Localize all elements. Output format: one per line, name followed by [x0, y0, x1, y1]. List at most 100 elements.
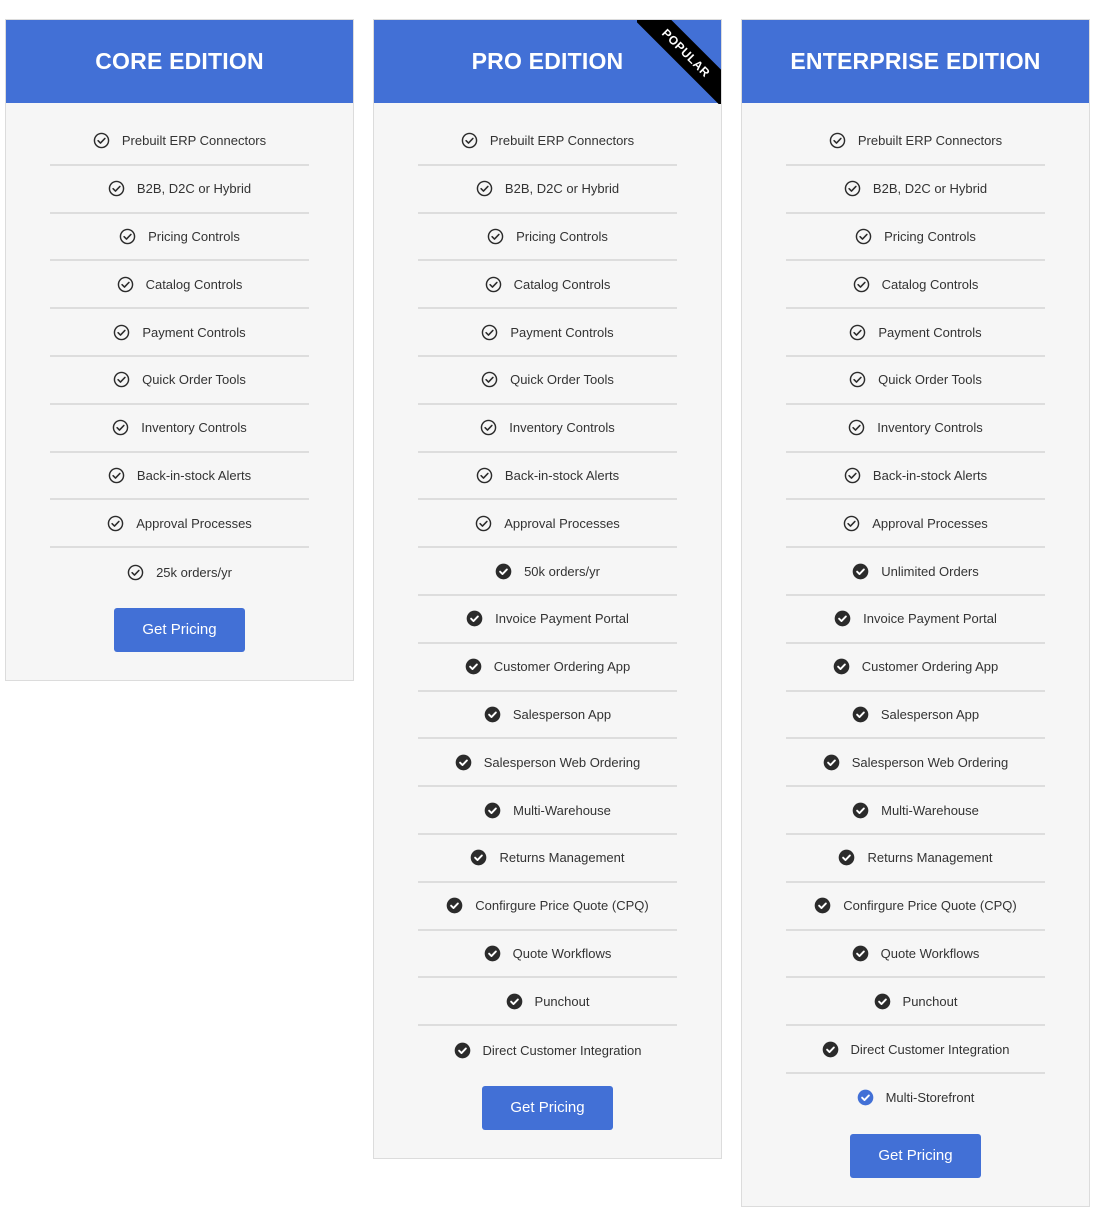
feature-label: Catalog Controls [513, 276, 611, 292]
feature-item: Approval Processes [786, 500, 1045, 549]
feature-item: Punchout [786, 978, 1045, 1027]
feature-label: Direct Customer Integration [850, 1041, 1010, 1057]
check-circle-filled-icon [838, 849, 855, 866]
feature-item: Catalog Controls [50, 261, 309, 310]
feature-label: Multi-Warehouse [881, 802, 979, 818]
feature-item: Multi-Storefront [786, 1074, 1045, 1122]
feature-label: Catalog Controls [881, 276, 979, 292]
feature-item: Customer Ordering App [786, 644, 1045, 692]
plan-card-pro: PRO EDITION POPULAR Prebuilt ERP Connect… [373, 19, 722, 1159]
feature-item: Back-in-stock Alerts [418, 453, 677, 501]
check-circle-outline-icon [119, 228, 136, 245]
feature-item: 50k orders/yr [418, 548, 677, 596]
feature-label: Invoice Payment Portal [495, 611, 629, 627]
feature-item: Direct Customer Integration [418, 1026, 677, 1074]
check-circle-outline-icon [485, 276, 502, 293]
feature-label: Approval Processes [504, 515, 620, 531]
feature-item: Inventory Controls [50, 405, 309, 453]
feature-label: Quote Workflows [512, 945, 612, 961]
check-circle-outline-icon [849, 371, 866, 388]
feature-label: Salesperson App [880, 706, 980, 722]
feature-label: B2B, D2C or Hybrid [504, 181, 620, 197]
popular-badge: POPULAR [637, 20, 721, 104]
feature-item: Confirgure Price Quote (CPQ) [786, 883, 1045, 931]
check-circle-outline-icon [849, 324, 866, 341]
feature-item: Salesperson App [786, 692, 1045, 740]
feature-label: Customer Ordering App [861, 659, 999, 675]
feature-item: Invoice Payment Portal [786, 596, 1045, 644]
check-circle-filled-icon [484, 802, 501, 819]
check-circle-filled-icon [466, 610, 483, 627]
check-circle-outline-icon [475, 515, 492, 532]
check-circle-filled-icon [814, 897, 831, 914]
feature-label: Quick Order Tools [878, 372, 982, 388]
check-circle-outline-icon [107, 515, 124, 532]
feature-item: Quick Order Tools [418, 357, 677, 405]
check-circle-outline-icon [93, 132, 110, 149]
feature-item: Prebuilt ERP Connectors [50, 118, 309, 166]
check-circle-outline-icon [481, 371, 498, 388]
check-circle-outline-icon [113, 324, 130, 341]
feature-label: Invoice Payment Portal [863, 611, 997, 627]
popular-ribbon: POPULAR [637, 20, 721, 104]
get-pricing-button-enterprise[interactable]: Get Pricing [850, 1133, 981, 1178]
check-circle-outline-icon [487, 228, 504, 245]
feature-label: Quote Workflows [880, 945, 980, 961]
feature-list: Prebuilt ERP Connectors B2B, D2C or Hybri… [374, 103, 721, 1074]
feature-label: Inventory Controls [877, 420, 983, 436]
feature-label: 25k orders/yr [156, 564, 232, 580]
get-pricing-button-core[interactable]: Get Pricing [114, 607, 245, 652]
check-circle-outline-icon [108, 180, 125, 197]
check-circle-filled-icon [852, 802, 869, 819]
check-circle-blue-icon [857, 1089, 874, 1106]
plan-title: PRO EDITION [471, 48, 624, 74]
check-circle-outline-icon [117, 276, 134, 293]
feature-item: Returns Management [786, 835, 1045, 883]
plan-title: CORE EDITION [95, 48, 264, 74]
check-circle-filled-icon [852, 706, 869, 723]
feature-item: Quote Workflows [786, 931, 1045, 979]
check-circle-filled-icon [446, 897, 463, 914]
feature-item: Salesperson Web Ordering [418, 739, 677, 788]
feature-label: Pricing Controls [148, 228, 240, 244]
check-circle-filled-icon [833, 658, 850, 675]
check-circle-outline-icon [853, 276, 870, 293]
check-circle-filled-icon [454, 1042, 471, 1059]
check-circle-filled-icon [852, 945, 869, 962]
check-circle-outline-icon [481, 324, 498, 341]
feature-label: Punchout [902, 993, 958, 1009]
feature-label: Returns Management [867, 850, 993, 866]
check-circle-outline-icon [476, 180, 493, 197]
feature-item: Back-in-stock Alerts [786, 453, 1045, 501]
feature-item: B2B, D2C or Hybrid [786, 166, 1045, 214]
plan-header: CORE EDITION [6, 20, 353, 103]
feature-item: Catalog Controls [418, 261, 677, 310]
check-circle-filled-icon [484, 945, 501, 962]
feature-item: Payment Controls [50, 309, 309, 357]
feature-label: B2B, D2C or Hybrid [136, 181, 252, 197]
check-circle-filled-icon [465, 658, 482, 675]
check-circle-filled-icon [495, 563, 512, 580]
check-circle-outline-icon [480, 419, 497, 436]
feature-label: Back-in-stock Alerts [504, 467, 620, 483]
feature-item: B2B, D2C or Hybrid [418, 166, 677, 214]
check-circle-filled-icon [822, 1041, 839, 1058]
feature-item: Approval Processes [50, 500, 309, 549]
plan-title: ENTERPRISE EDITION [790, 48, 1041, 74]
feature-label: Payment Controls [142, 324, 246, 340]
check-circle-outline-icon [848, 419, 865, 436]
feature-label: Approval Processes [136, 515, 252, 531]
feature-label: Confirgure Price Quote (CPQ) [843, 898, 1017, 914]
feature-label: Prebuilt ERP Connectors [121, 133, 267, 149]
feature-label: Inventory Controls [141, 420, 247, 436]
feature-label: Catalog Controls [145, 276, 243, 292]
get-pricing-button-pro[interactable]: Get Pricing [482, 1085, 613, 1130]
feature-label: Returns Management [499, 850, 625, 866]
plan-card-enterprise: ENTERPRISE EDITION Prebuilt ERP Connecto… [741, 19, 1090, 1207]
feature-label: Back-in-stock Alerts [136, 467, 252, 483]
feature-item: Payment Controls [418, 309, 677, 357]
feature-label: Multi-Storefront [885, 1090, 975, 1106]
feature-item: Customer Ordering App [418, 644, 677, 692]
feature-label: Unlimited Orders [881, 563, 979, 579]
feature-item: Prebuilt ERP Connectors [786, 118, 1045, 166]
